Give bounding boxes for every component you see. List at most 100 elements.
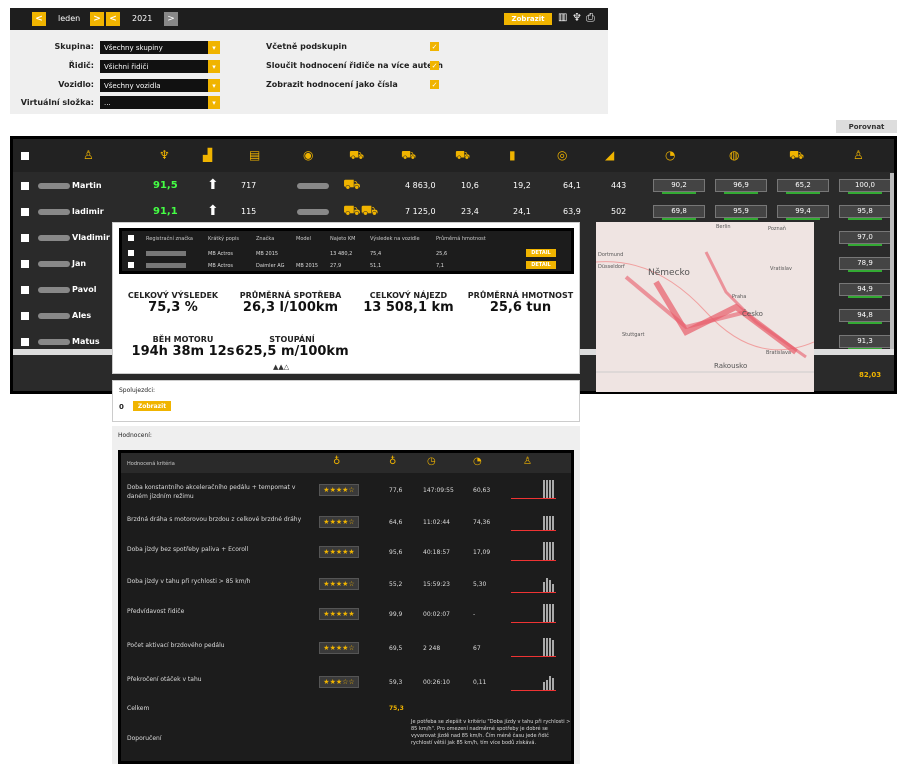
codrivers-label: Spolujezdci: [119,387,156,394]
route-map[interactable]: Německo Česko Rakousko Praha Berlin Brat… [596,222,814,392]
bar [546,604,548,622]
subgroups-checkbox[interactable]: ✓ [430,42,439,51]
rating-label: Hodnocení: [118,432,152,439]
numbers-checkbox[interactable]: ✓ [430,80,439,89]
criterion-name: Počet aktivací brzdového pedálu [127,642,225,649]
fuel-icon[interactable]: ▮ [509,148,516,162]
select-all-checkbox[interactable] [128,235,134,241]
rating-row: Předvídavost řidiče ★★★★★ 99,9 00:02:07 - [121,604,571,633]
score-box: 94,9 [839,283,891,298]
detail-button[interactable]: DETAIL [526,261,556,269]
bar [552,604,554,622]
prev-year-button[interactable]: < [106,12,120,26]
coast-icon[interactable]: ⛟ [789,148,804,164]
col1-value: 23,4 [461,207,479,216]
bar [552,480,554,498]
driver-name: Martin [38,181,102,190]
criterion-percent: - [473,611,476,618]
criterion-bars [511,604,556,625]
row-checkbox[interactable] [128,262,134,268]
gauge-icon[interactable]: ◎ [557,148,567,162]
slope-icon[interactable]: ◢ [605,148,614,162]
pedal-icon[interactable]: ◔ [665,148,675,162]
bar-baseline [511,592,556,593]
next-year-button[interactable]: > [164,12,178,26]
row-checkbox[interactable] [21,286,29,294]
clock-icon: ◷ [427,456,436,467]
tractor-icon[interactable]: ⛟ [455,148,470,164]
criterion-time: 15:59:23 [423,581,450,588]
score-box: 96,9 [715,179,767,194]
criterion-score: 99,9 [389,611,403,618]
criterion-bars [511,480,556,501]
group-select-value: Všechny skupiny [104,43,163,52]
bar [546,516,548,530]
columns-icon[interactable]: ▥ [558,12,567,23]
recommend-text: Je potřeba se zlepšit v kritériu "Doba j… [411,719,571,746]
show-button[interactable]: Zobrazit [504,13,552,25]
driver-name-text: Matus [72,337,100,346]
vehicle-select[interactable]: Všechny vozidla ▾ [100,79,220,92]
trophy-icon[interactable]: ♆ [159,148,170,162]
total-label: Celkem [127,705,150,712]
truck-icon[interactable]: ⛟ [349,148,364,164]
driver-name-text: Ales [72,311,92,320]
map-label: Düsseldorf [598,264,625,270]
rating-row: Doba konstantního akceleračního pedálu +… [121,480,571,509]
subgroups-label: Včetně podskupin [266,42,347,51]
select-all-checkbox[interactable] [21,152,29,160]
vfolder-select-value: ... [104,98,111,107]
numbers-label: Zobrazit hodnocení jako čísla [266,80,398,89]
wheel-icon[interactable]: ◉ [303,148,313,162]
score-box: 97,0 [839,231,891,246]
detail-button[interactable]: DETAIL [526,249,556,257]
criterion-score: 69,5 [389,645,403,652]
group-select[interactable]: Všechny skupiny ▾ [100,41,220,54]
card-icon[interactable]: ▤ [249,148,260,162]
row-checkbox[interactable] [21,182,29,190]
compare-button[interactable]: Porovnat [836,120,897,133]
driver-select[interactable]: Všichni řidiči ▾ [100,60,220,73]
row-number: 717 [241,181,257,190]
print-icon[interactable]: ⎙ [586,11,595,25]
prev-month-button[interactable]: < [32,12,46,26]
table-row[interactable]: Martin 91,5 ⬆ 717 ⛟ 4 863,0 10,6 19,2 64… [13,173,894,199]
trophy-icon[interactable]: ♆ [572,11,582,24]
bar [543,480,545,498]
row-checkbox[interactable] [21,338,29,346]
score-box: 91,3 [839,335,891,350]
brake-icon[interactable]: ◍ [729,148,739,162]
row-checkbox[interactable] [21,260,29,268]
criterion-name: Doba jízdy bez spotřeby paliva + Ecoroll [127,546,249,553]
distance-value: 4 863,0 [405,181,436,190]
row-checkbox[interactable] [128,250,134,256]
chart-icon[interactable]: ▟ [203,148,212,162]
score-box: 69,8 [653,205,705,220]
distance-icon[interactable]: ⛟ [401,148,416,164]
filter-panel: Skupina: Všechny skupiny ▾ Řidič: Všichni… [10,30,608,114]
driver-name-text: ladimir [72,207,104,216]
stat-weight: PRŮMĚRNÁ HMOTNOST 25,6 tun [463,291,578,315]
row-checkbox[interactable] [21,234,29,242]
codrivers-show-button[interactable]: Zobrazit [133,401,171,411]
criterion-bars [511,638,556,659]
star-rating: ★★★★☆ [319,642,359,654]
col-header: Registrační značka [146,236,193,242]
driver-icon[interactable]: ♙ [83,148,94,162]
merge-checkbox[interactable]: ✓ [430,61,439,70]
vehicle-weight: 25,6 [436,251,448,257]
vehicle-result: 75,4 [370,251,382,257]
col2-value: 19,2 [513,181,531,190]
row-checkbox[interactable] [21,208,29,216]
vertical-scrollbar[interactable] [890,173,894,349]
vfolder-select[interactable]: ... ▾ [100,96,220,109]
rating-row: Brzdná dráha s motorovou brzdou z celkov… [121,513,571,541]
next-month-button[interactable]: > [90,12,104,26]
row-checkbox[interactable] [21,312,29,320]
person-score-icon[interactable]: ♙ [853,148,864,162]
carousel-dots[interactable]: ▲▲△ [273,363,289,371]
bar [543,682,545,690]
month-label: leden [58,14,81,23]
plate-blurred [146,251,186,256]
bar [546,680,548,690]
